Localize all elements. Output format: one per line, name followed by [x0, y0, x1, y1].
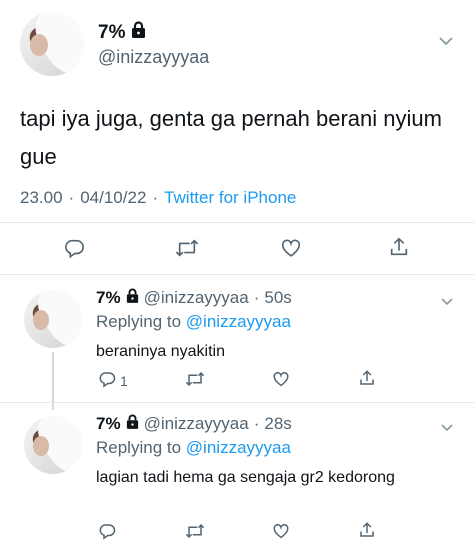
author-name-row[interactable]: 7%: [98, 21, 146, 44]
author-name[interactable]: 7%: [96, 288, 121, 308]
replying-to-link[interactable]: @inizzayyyaa: [186, 312, 291, 331]
reply-age[interactable]: 28s: [264, 414, 291, 434]
tweet-text: tapi iya juga, genta ga pernah berani ny…: [20, 106, 442, 169]
tweet-date: 04/10/22: [80, 188, 147, 207]
chevron-down-icon[interactable]: [440, 420, 454, 432]
reply-text: lagian tadi hema ga sengaja gr2 kedorong: [96, 469, 395, 486]
avatar[interactable]: [20, 12, 84, 76]
reply-header[interactable]: 7% @inizzayyyaa · 50s: [96, 288, 292, 308]
meta-separator: ·: [68, 188, 75, 207]
replying-to-link[interactable]: @inizzayyyaa: [186, 438, 291, 457]
lock-icon: [126, 414, 139, 434]
lock-icon: [126, 288, 139, 308]
divider: [0, 274, 474, 275]
replying-label: Replying to: [96, 438, 182, 457]
like-icon[interactable]: [280, 237, 302, 259]
like-icon[interactable]: [272, 370, 290, 393]
replying-to: Replying to @inizzayyyaa: [96, 438, 291, 458]
tweet-time: 23.00: [20, 188, 63, 207]
retweet-icon[interactable]: [185, 522, 205, 545]
divider: [0, 402, 474, 403]
author-handle[interactable]: @inizzayyyaa: [98, 47, 209, 68]
lock-icon: [131, 21, 146, 44]
like-icon[interactable]: [272, 522, 290, 545]
retweet-icon[interactable]: [175, 237, 199, 259]
avatar[interactable]: [24, 290, 82, 348]
meta-separator: ·: [253, 414, 260, 433]
chevron-down-icon[interactable]: [440, 294, 454, 306]
share-icon[interactable]: [358, 369, 376, 392]
author-handle[interactable]: @inizzayyyaa: [144, 414, 249, 434]
reply-icon[interactable]: [63, 237, 85, 259]
share-icon[interactable]: [388, 236, 410, 258]
divider: [0, 222, 474, 223]
reply-age[interactable]: 50s: [264, 288, 291, 308]
reply-header[interactable]: 7% @inizzayyyaa · 28s: [96, 414, 292, 434]
meta-separator: ·: [152, 188, 159, 207]
replying-to: Replying to @inizzayyyaa: [96, 312, 291, 332]
tweet-source-link[interactable]: Twitter for iPhone: [164, 188, 296, 208]
author-name[interactable]: 7%: [98, 22, 125, 44]
reply-button[interactable]: [98, 522, 120, 543]
reply-icon[interactable]: [98, 522, 116, 543]
tweet-meta: 23.00 · 04/10/22 · Twitter for iPhone: [20, 188, 296, 208]
author-handle[interactable]: @inizzayyyaa: [144, 288, 249, 308]
retweet-icon[interactable]: [185, 370, 205, 393]
meta-separator: ·: [253, 288, 260, 307]
chevron-down-icon[interactable]: [438, 34, 454, 46]
reply-button[interactable]: 1: [98, 370, 128, 391]
author-name[interactable]: 7%: [96, 414, 121, 434]
reply-count: 1: [120, 372, 128, 389]
reply-text: beraninya nyakitin: [96, 343, 225, 360]
avatar[interactable]: [24, 416, 82, 474]
reply-icon[interactable]: [98, 370, 116, 391]
replying-label: Replying to: [96, 312, 182, 331]
share-icon[interactable]: [358, 521, 376, 544]
